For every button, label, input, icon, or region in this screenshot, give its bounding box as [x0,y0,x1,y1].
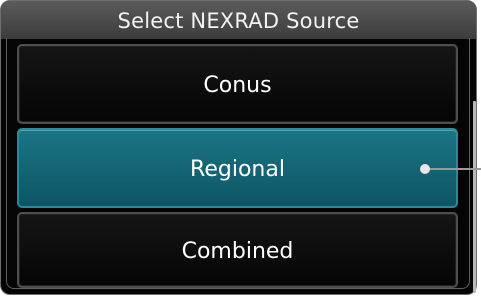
option-regional-button[interactable]: Regional [17,128,458,208]
callout-leader-dot [420,164,430,174]
callout-leader-line [428,168,481,170]
scrollbar[interactable] [473,101,476,293]
option-conus-button[interactable]: Conus [17,44,458,124]
stage: Select NEXRAD Source Conus Regional Comb… [0,0,481,297]
dialog-title: Select NEXRAD Source [1,1,476,39]
option-combined-button[interactable]: Combined [17,212,458,288]
